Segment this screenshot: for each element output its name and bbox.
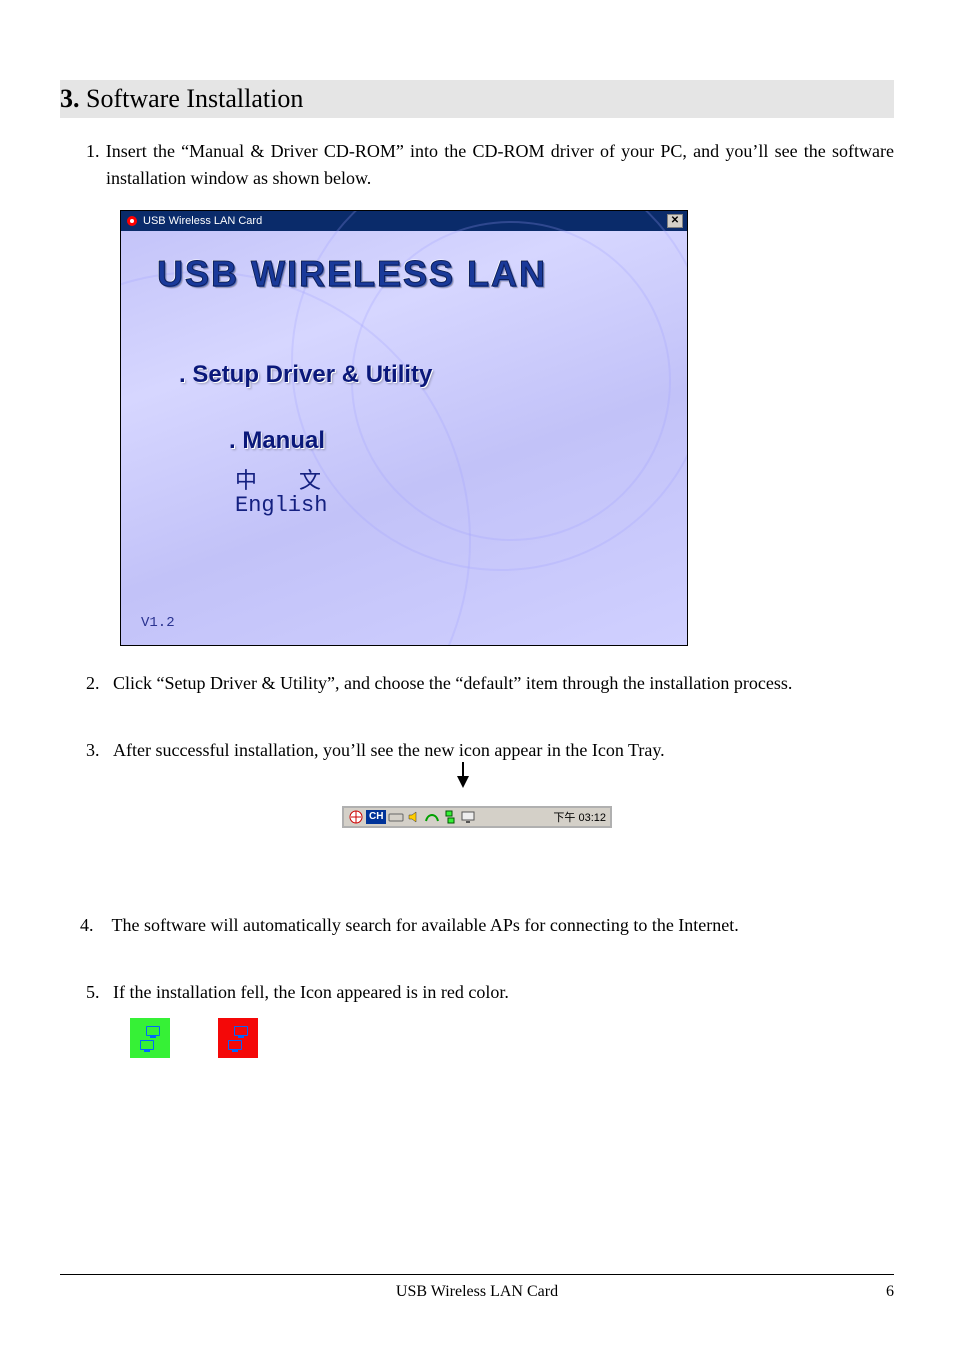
instruction-list-cont: 2. Click “Setup Driver & Utility”, and c…	[60, 670, 894, 764]
page-footer: USB Wireless LAN Card 6	[60, 1274, 894, 1301]
step-3: 3. After successful installation, you’ll…	[106, 737, 894, 764]
installer-body: USB WIRELESS LAN . Setup Driver & Utilit…	[121, 231, 687, 645]
close-icon[interactable]: ✕	[667, 214, 683, 228]
footer-text: USB Wireless LAN Card	[396, 1283, 558, 1301]
titlebar: USB Wireless LAN Card ✕	[121, 211, 687, 231]
tray-screenshot: CH 下午 03:12	[342, 776, 612, 828]
instruction-list: 1. Insert the “Manual & Driver CD-ROM” i…	[60, 138, 894, 192]
tray-lang-badge: CH	[366, 810, 386, 824]
step-text: The software will automatically search f…	[112, 915, 739, 935]
step-text: If the installation fell, the Icon appea…	[113, 982, 509, 1002]
window-title: USB Wireless LAN Card	[143, 215, 262, 227]
system-tray: CH 下午 03:12	[342, 806, 612, 828]
decorative-circle	[120, 271, 471, 646]
manual-heading: . Manual	[229, 427, 325, 455]
step-text: After successful installation, you’ll se…	[113, 740, 665, 760]
section-number: 3.	[60, 84, 80, 113]
page-number: 6	[886, 1283, 894, 1301]
app-icon	[125, 214, 139, 228]
tray-monitor-icon	[460, 809, 476, 825]
tray-network-icon	[442, 809, 458, 825]
status-icons-row	[130, 1018, 894, 1058]
step-4: 4. The software will automatically searc…	[112, 912, 894, 939]
tray-swoosh-icon	[424, 809, 440, 825]
installer-banner: USB WIRELESS LAN	[157, 253, 547, 295]
step-text: Insert the “Manual & Driver CD-ROM” into…	[106, 141, 894, 188]
installer-window: USB Wireless LAN Card ✕ USB WIRELESS LAN…	[120, 210, 688, 646]
tray-sound-icon	[406, 809, 422, 825]
version-label: V1.2	[141, 615, 175, 631]
tray-keyboard-icon	[388, 809, 404, 825]
setup-driver-link[interactable]: . Setup Driver & Utility	[179, 361, 432, 389]
section-header: 3. Software Installation	[60, 80, 894, 118]
step-text: Click “Setup Driver & Utility”, and choo…	[113, 673, 792, 693]
arrow-down-icon	[462, 776, 612, 806]
tray-globe-icon	[348, 809, 364, 825]
step-5: 5. If the installation fell, the Icon ap…	[106, 979, 894, 1006]
section-title: Software Installation	[80, 84, 304, 113]
step-1: 1. Insert the “Manual & Driver CD-ROM” i…	[106, 138, 894, 192]
manual-english-link[interactable]: English	[235, 493, 327, 518]
tray-clock: 下午 03:12	[553, 809, 606, 825]
failed-icon	[218, 1018, 258, 1058]
step-2: 2. Click “Setup Driver & Utility”, and c…	[106, 670, 894, 697]
manual-chinese-link[interactable]: 中 文	[235, 463, 331, 495]
connected-icon	[130, 1018, 170, 1058]
instruction-list-cont2: 4. The software will automatically searc…	[60, 912, 894, 1006]
